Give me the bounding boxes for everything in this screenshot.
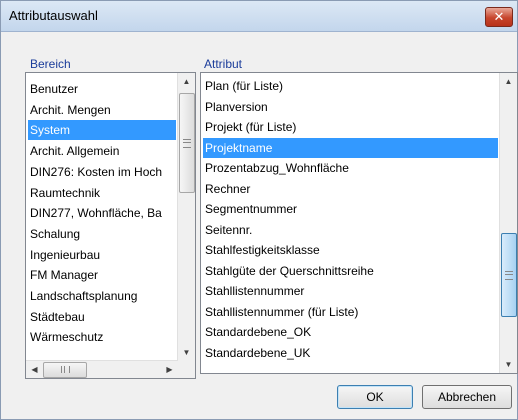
bereich-item[interactable]: System	[28, 120, 176, 141]
scroll-right-icon[interactable]: ▶	[161, 361, 178, 378]
bereich-horizontal-scrollbar[interactable]: ◀ ▶	[26, 360, 178, 378]
attribut-label: Attribut	[204, 57, 243, 71]
bereich-item[interactable]: Städtebau	[28, 307, 176, 327]
title-bar[interactable]: Attributauswahl ✕	[1, 1, 517, 32]
bereich-item[interactable]: Wärmeschutz	[28, 327, 176, 347]
bereich-item[interactable]: DIN277, Wohnfläche, Ba	[28, 203, 176, 223]
attribut-item[interactable]: Seitennr.	[203, 220, 498, 240]
ok-button[interactable]: OK	[337, 385, 413, 409]
attribut-item[interactable]: Stahlfestigkeitsklasse	[203, 240, 498, 260]
attribut-item[interactable]: Plan (für Liste)	[203, 76, 498, 96]
attribut-listbox[interactable]: Standardebene_UK Standardebene_OK Stahllis…	[200, 72, 518, 374]
attribut-item[interactable]: Segmentnummer	[203, 199, 498, 219]
cancel-button[interactable]: Abbrechen	[422, 385, 512, 409]
close-button[interactable]: ✕	[485, 7, 513, 27]
attribut-item[interactable]: Standardebene_UK	[203, 343, 498, 363]
attribute-selection-dialog: Attributauswahl ✕ Bereich Attribut Wärme…	[0, 0, 518, 420]
attribut-item[interactable]: Stahllistennummer	[203, 281, 498, 301]
scroll-down-icon[interactable]: ▼	[178, 344, 195, 361]
attribut-item[interactable]: Projektname	[203, 137, 498, 158]
attribut-item[interactable]: Stahllistennummer (für Liste)	[203, 302, 498, 322]
bereich-item[interactable]: Raumtechnik	[28, 183, 176, 203]
bereich-listbox[interactable]: Wärmeschutz Städtebau Landschaftsplanung FM…	[25, 72, 196, 379]
bereich-label: Bereich	[30, 57, 71, 71]
attribut-item[interactable]: Prozentabzug_Wohnfläche	[203, 158, 498, 178]
bereich-scroll-thumb[interactable]	[179, 93, 195, 193]
bereich-hscroll-thumb[interactable]	[43, 362, 87, 378]
bereich-item[interactable]: Landschaftsplanung	[28, 286, 176, 306]
bereich-item[interactable]: Benutzer	[28, 79, 176, 99]
attribut-item[interactable]: Rechner	[203, 179, 498, 199]
attribut-scroll-thumb[interactable]	[501, 233, 517, 317]
bereich-item[interactable]: DIN276: Kosten im Hoch	[28, 162, 176, 182]
attribut-item[interactable]: Planversion	[203, 97, 498, 117]
scroll-up-icon[interactable]: ▲	[178, 73, 195, 90]
window-title: Attributauswahl	[9, 8, 98, 23]
bereich-item[interactable]: Archit. Mengen	[28, 100, 176, 120]
attribut-vertical-scrollbar[interactable]: ▲ ▼	[499, 73, 517, 373]
bereich-item[interactable]: Archit. Allgemein	[28, 141, 176, 161]
attribut-item[interactable]: Standardebene_OK	[203, 322, 498, 342]
bereich-item[interactable]: Ingenieurbau	[28, 245, 176, 265]
bereich-item[interactable]: Schalung	[28, 224, 176, 244]
scroll-up-icon[interactable]: ▲	[500, 73, 517, 90]
attribut-item[interactable]: Stahlgüte der Querschnittsreihe	[203, 261, 498, 281]
scroll-left-icon[interactable]: ◀	[26, 361, 43, 378]
scroll-down-icon[interactable]: ▼	[500, 356, 517, 373]
bereich-vertical-scrollbar[interactable]: ▲ ▼	[177, 73, 195, 378]
bereich-item[interactable]: FM Manager	[28, 265, 176, 285]
close-icon: ✕	[493, 9, 505, 24]
attribut-item[interactable]: Projekt (für Liste)	[203, 117, 498, 137]
